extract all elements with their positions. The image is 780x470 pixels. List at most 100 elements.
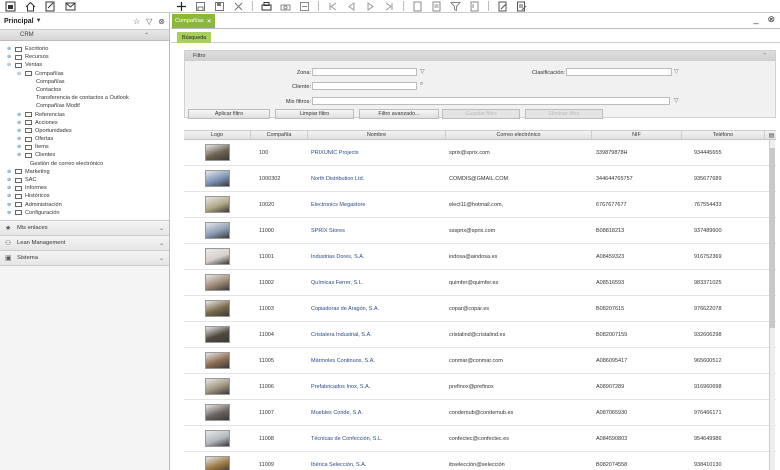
company-name-link[interactable]: Químicas Ferrer, S.L. [308,270,446,295]
zona-dropdown-icon[interactable]: ▽ [420,68,425,75]
previous-record-icon[interactable] [346,1,357,12]
company-name-link[interactable]: PRIXUNIC Projects [308,140,446,165]
mis-filtros-dropdown-icon[interactable]: ▽ [674,97,679,104]
table-row[interactable]: 11000 SPRIX Stores sssprix@sprix.com B08818… [184,218,776,244]
accordion-lean-management[interactable]: ⚇ Lean Management ⌄ [0,236,169,251]
company-name-link[interactable]: Copiadoras de Aragón, S.A. [308,296,446,321]
mis-filtros-input[interactable] [312,97,670,105]
tree-item[interactable]: ⊕ Ofertas [7,135,169,143]
last-record-icon[interactable] [384,1,395,12]
shield-icon[interactable]: ▽ [146,17,152,26]
filter-icon[interactable] [450,1,461,12]
advanced-filter-button[interactable]: Filtro avanzado... [359,109,439,119]
company-name-link[interactable]: Electronics Megastore [308,192,446,217]
first-record-icon[interactable] [327,1,338,12]
table-row[interactable]: 11007 Muebles Conde, S.A. condemub@condemu… [184,400,776,426]
save-icon[interactable] [195,1,206,12]
tree-item[interactable]: ⊕ Configuración [7,209,169,217]
tree-item[interactable]: ⊕ Históricos [7,192,169,200]
table-row[interactable]: 11009 Ibérica Selección, S.A. ibselección@… [184,452,776,470]
chevron-up-icon[interactable]: ⌃ [762,53,767,59]
collapse-icon[interactable]: ⊖ [17,70,25,78]
tree-item[interactable]: ⊕ Marketing [7,168,169,176]
notes-icon[interactable] [431,1,442,12]
expand-icon[interactable]: ⊕ [17,111,25,119]
column-header-telefono[interactable]: Teléfono [682,131,765,139]
table-row[interactable]: 11005 Mármoles Continuos, S.A. conmar@conm… [184,348,776,374]
tree-item[interactable]: Compañías [7,78,169,86]
column-header-compania[interactable]: Compañía [251,131,308,139]
tab-companias[interactable]: Compañías ✕ [172,14,215,28]
chevron-down-icon[interactable]: ⌄ [159,225,164,232]
expand-icon[interactable]: ⊕ [7,45,15,53]
accordion-mis-enlaces[interactable]: ★ Mis enlaces ⌄ [0,221,169,236]
print-icon[interactable] [261,1,272,12]
mail-icon[interactable] [65,1,76,12]
tree-item[interactable]: ⊕ Acciones [7,119,169,127]
expand-icon[interactable]: ⊕ [17,127,25,135]
filter-header[interactable]: Filtro ⌃ [185,51,775,61]
save-filter-button[interactable]: Guardar filtro [442,109,520,119]
scrollbar-thumb[interactable] [770,148,775,328]
company-name-link[interactable]: Prefabricados Inox, S.A. [308,374,446,399]
company-name-link[interactable]: SPRIX Stores [308,218,446,243]
search-icon[interactable]: ⌕ [420,81,423,88]
expand-icon[interactable]: ⊕ [7,168,15,176]
chevron-down-icon[interactable]: ⌄ [159,240,164,247]
company-name-link[interactable]: Industrias Dores, S.A. [308,244,446,269]
company-name-link[interactable]: Muebles Conde, S.A. [308,400,446,425]
tree-item[interactable]: Contactos [7,86,169,94]
tree-item[interactable]: Transferencia de contactos a Outlook [7,94,169,102]
sidebar-title[interactable]: Principal [4,18,34,25]
table-row[interactable]: 100 PRIXUNIC Projects sprix@sprix.com 33987… [184,140,776,166]
table-row[interactable]: 11001 Industrias Dores, S.A. indosa@aindos… [184,244,776,270]
table-row[interactable]: 11004 Cristalera Industrial, S.A. cristali… [184,322,776,348]
home-window-icon[interactable] [5,1,16,12]
tree-item[interactable]: ⊕ Referencias [7,111,169,119]
close-window-icon[interactable]: ⊗ [767,14,775,25]
save-as-icon[interactable] [214,1,225,12]
close-circle-icon[interactable]: ⊗ [158,17,165,26]
expand-icon[interactable]: ⊕ [17,151,25,159]
close-tab-icon[interactable]: ✕ [207,18,212,25]
tree-item[interactable]: ⊖ Compañías [7,70,169,78]
tree-item[interactable]: Gestión de correo electrónico [7,160,169,168]
tree-item[interactable]: ⊕ Administración [7,201,169,209]
export-icon[interactable] [299,1,310,12]
home-icon[interactable] [25,1,36,12]
document-icon[interactable] [412,1,423,12]
column-header-nombre[interactable]: Nombre [308,131,446,139]
tree-item[interactable]: ⊕ Escritorio [7,45,169,53]
company-name-link[interactable]: Cristalera Industrial, S.A. [308,322,446,347]
vertical-scrollbar[interactable] [769,140,775,470]
column-header-logo[interactable]: Logo [184,131,251,139]
table-row[interactable]: 11003 Copiadoras de Aragón, S.A. copar@cop… [184,296,776,322]
table-row[interactable]: 11002 Químicas Ferrer, S.L. quimfer@quimfe… [184,270,776,296]
expand-icon[interactable]: ⊕ [17,135,25,143]
tree-item[interactable]: ⊕ Informes [7,184,169,192]
tree-item[interactable]: ⊕ Recursos [7,53,169,61]
delete-icon[interactable] [233,1,244,12]
next-record-icon[interactable] [365,1,376,12]
star-icon[interactable]: ☆ [133,17,140,26]
tree-item[interactable]: ⊖ Ventas [7,61,169,69]
expand-icon[interactable]: ⊕ [17,143,25,151]
column-header-nif[interactable]: NIF [592,131,682,139]
minimize-icon[interactable]: _ [753,14,758,25]
company-name-link[interactable]: Ibérica Selección, S.A. [308,452,446,470]
tree-item[interactable]: ⊕ Ítems [7,143,169,151]
chevron-up-icon[interactable]: ⌃ [144,32,149,39]
crm-panel-header[interactable]: CRM ⌃ [0,30,169,41]
edit-document-icon[interactable] [45,1,56,12]
expand-icon[interactable]: ⊕ [7,184,15,192]
clasificacion-input[interactable] [566,68,672,76]
apply-filter-button[interactable]: Aplicar filtro [188,109,270,119]
cliente-input[interactable] [312,82,417,90]
expand-icon[interactable]: ⊕ [7,192,15,200]
tree-item[interactable]: ⊕ Clientes [7,151,169,159]
edit-list-icon[interactable] [516,1,527,12]
expand-icon[interactable]: ⊕ [7,201,15,209]
column-header-correo[interactable]: Correo electrónico [446,131,592,139]
subtab-busqueda[interactable]: Búsqueda [177,32,212,43]
column-chooser-icon[interactable]: ▤ [768,131,775,140]
